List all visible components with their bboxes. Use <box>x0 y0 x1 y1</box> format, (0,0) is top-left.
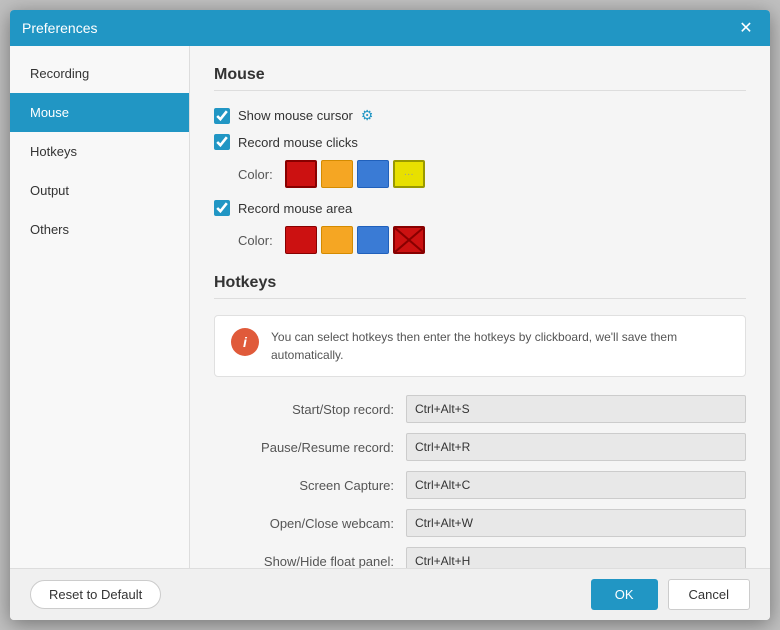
area-color-4[interactable] <box>393 226 425 254</box>
clicks-color-3[interactable] <box>357 160 389 188</box>
hotkey-label-webcam: Open/Close webcam: <box>214 516 394 531</box>
hotkey-label-start-stop: Start/Stop record: <box>214 402 394 417</box>
sidebar-item-mouse[interactable]: Mouse <box>10 93 189 132</box>
mouse-section-title: Mouse <box>214 66 746 91</box>
titlebar: Preferences ✕ <box>10 10 770 46</box>
hotkey-row-float-panel: Show/Hide float panel: <box>214 547 746 568</box>
hotkeys-section-title: Hotkeys <box>214 274 746 299</box>
hotkey-row-webcam: Open/Close webcam: <box>214 509 746 537</box>
hotkey-row-start-stop: Start/Stop record: <box>214 395 746 423</box>
sidebar-item-recording[interactable]: Recording <box>10 54 189 93</box>
info-text: You can select hotkeys then enter the ho… <box>271 328 729 364</box>
clicks-color-row: Color: ··· <box>238 160 746 188</box>
show-cursor-label: Show mouse cursor <box>238 108 353 123</box>
show-cursor-row: Show mouse cursor ⚙ <box>214 107 746 124</box>
area-color-3[interactable] <box>357 226 389 254</box>
info-icon: i <box>231 328 259 356</box>
record-area-label: Record mouse area <box>238 201 352 216</box>
sidebar-item-others[interactable]: Others <box>10 210 189 249</box>
area-color-1[interactable] <box>285 226 317 254</box>
area-color-label: Color: <box>238 233 273 248</box>
preferences-dialog: Preferences ✕ Recording Mouse Hotkeys Ou… <box>10 10 770 620</box>
clicks-color-4[interactable]: ··· <box>393 160 425 188</box>
hotkey-label-pause-resume: Pause/Resume record: <box>214 440 394 455</box>
record-clicks-row: Record mouse clicks <box>214 134 746 150</box>
hotkey-input-screen-capture[interactable] <box>406 471 746 499</box>
hotkey-input-pause-resume[interactable] <box>406 433 746 461</box>
sidebar-item-hotkeys[interactable]: Hotkeys <box>10 132 189 171</box>
main-content: Mouse Show mouse cursor ⚙ Record mouse c… <box>190 46 770 568</box>
hotkey-input-float-panel[interactable] <box>406 547 746 568</box>
record-area-checkbox[interactable] <box>214 200 230 216</box>
clicks-color-2[interactable] <box>321 160 353 188</box>
cancel-button[interactable]: Cancel <box>668 579 750 610</box>
mouse-section: Mouse Show mouse cursor ⚙ Record mouse c… <box>214 66 746 254</box>
clicks-color-1[interactable] <box>285 160 317 188</box>
dialog-title: Preferences <box>22 20 97 36</box>
close-button[interactable]: ✕ <box>734 16 758 40</box>
record-clicks-checkbox[interactable] <box>214 134 230 150</box>
hotkey-label-float-panel: Show/Hide float panel: <box>214 554 394 569</box>
hotkey-row-screen-capture: Screen Capture: <box>214 471 746 499</box>
hotkeys-section: Hotkeys i You can select hotkeys then en… <box>214 274 746 568</box>
area-color-row: Color: <box>238 226 746 254</box>
area-color-2[interactable] <box>321 226 353 254</box>
hotkey-row-pause-resume: Pause/Resume record: <box>214 433 746 461</box>
hotkey-input-start-stop[interactable] <box>406 395 746 423</box>
dialog-content: Recording Mouse Hotkeys Output Others Mo… <box>10 46 770 568</box>
ok-button[interactable]: OK <box>591 579 658 610</box>
gear-icon[interactable]: ⚙ <box>361 107 374 124</box>
clicks-color-label: Color: <box>238 167 273 182</box>
sidebar: Recording Mouse Hotkeys Output Others <box>10 46 190 568</box>
reset-button[interactable]: Reset to Default <box>30 580 161 609</box>
record-clicks-label: Record mouse clicks <box>238 135 358 150</box>
info-box: i You can select hotkeys then enter the … <box>214 315 746 377</box>
sidebar-item-output[interactable]: Output <box>10 171 189 210</box>
hotkey-input-webcam[interactable] <box>406 509 746 537</box>
record-area-row: Record mouse area <box>214 200 746 216</box>
show-cursor-checkbox[interactable] <box>214 108 230 124</box>
footer-actions: OK Cancel <box>591 579 750 610</box>
hotkey-label-screen-capture: Screen Capture: <box>214 478 394 493</box>
footer: Reset to Default OK Cancel <box>10 568 770 620</box>
